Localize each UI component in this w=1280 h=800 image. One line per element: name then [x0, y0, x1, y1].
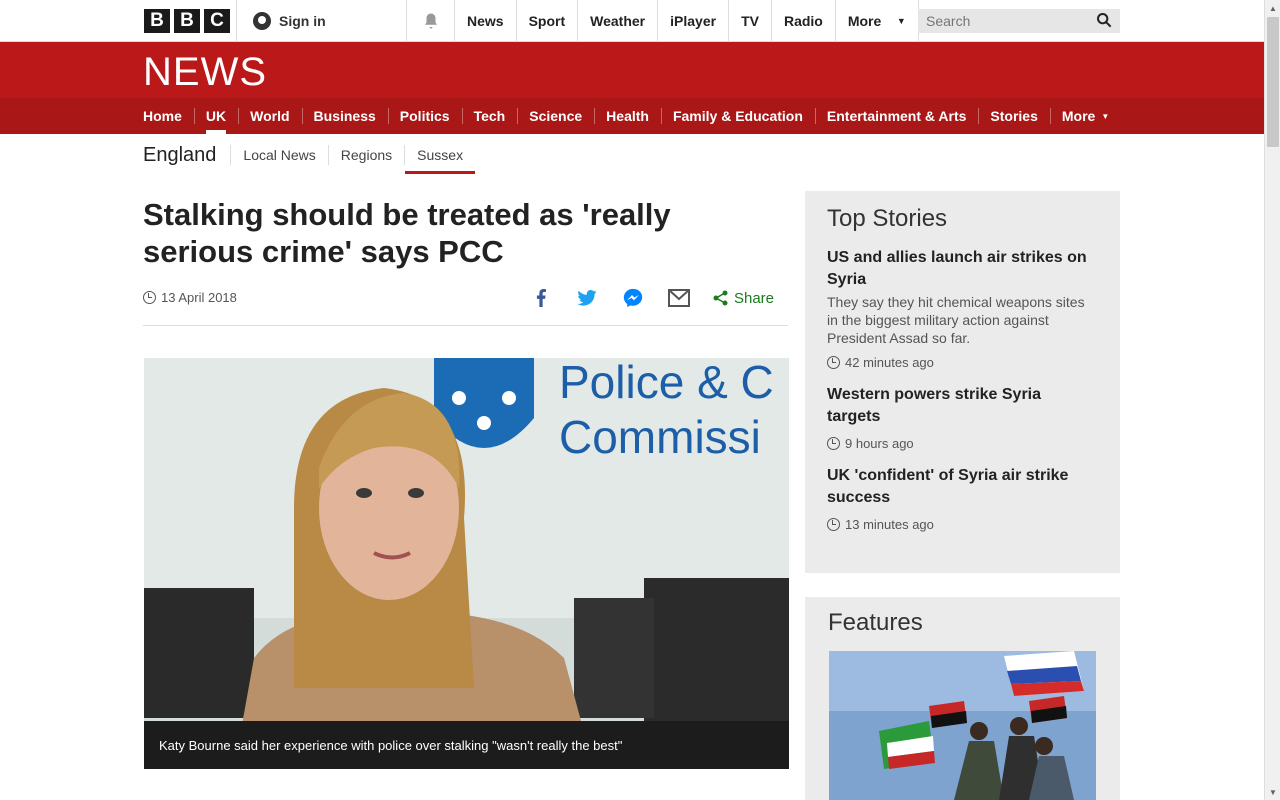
section-nav-item[interactable]: Family & Education — [660, 98, 803, 134]
top-nav: News Sport Weather iPlayer TV Radio More… — [454, 0, 919, 42]
section-nav: Home UK World Business Politics Tech Science He… — [0, 98, 1264, 134]
clock-icon — [827, 437, 840, 450]
top-stories-panel: Top Stories US and allies launch air str… — [805, 191, 1120, 573]
topnav-more-button[interactable]: More ▼ — [834, 0, 919, 42]
top-story-time-text: 42 minutes ago — [845, 355, 934, 370]
section-nav-item[interactable]: Business — [301, 98, 376, 134]
regional-subnav: England Local News Regions Sussex — [143, 140, 476, 174]
top-story-item[interactable]: US and allies launch air strikes on Syri… — [827, 247, 1098, 370]
region-title[interactable]: England — [143, 144, 230, 167]
top-story-time-text: 9 hours ago — [845, 436, 914, 451]
subnav-sussex[interactable]: Sussex — [404, 145, 476, 174]
bbc-top-bar: B B C Sign in News Sport Weather iPlayer… — [0, 0, 1264, 42]
article-hero-image: Police & C Commissi Katy Bourne said her… — [144, 358, 789, 769]
section-nav-item[interactable]: UK — [193, 98, 227, 134]
bbc-logo-letter: B — [144, 9, 170, 33]
section-nav-item[interactable]: Entertainment & Arts — [814, 98, 966, 134]
section-nav-item[interactable]: Stories — [978, 98, 1038, 134]
facebook-icon[interactable] — [529, 286, 553, 310]
top-story-summary: They say they hit chemical weapons sites… — [827, 294, 1085, 346]
section-nav-item[interactable]: World — [238, 98, 290, 134]
topnav-radio[interactable]: Radio — [770, 0, 835, 42]
section-nav-item[interactable]: Politics — [387, 98, 450, 134]
top-story-time: 13 minutes ago — [827, 517, 1098, 532]
section-nav-item[interactable]: Home — [143, 98, 182, 134]
news-masthead: NEWS — [0, 42, 1264, 98]
hero-photo: Police & C Commissi — [144, 358, 789, 769]
feature-image[interactable] — [829, 651, 1096, 800]
top-story-time-text: 13 minutes ago — [845, 517, 934, 532]
notifications-bell-icon[interactable] — [406, 0, 454, 42]
twitter-icon[interactable] — [575, 286, 599, 310]
sign-text-line1: Police & C — [559, 358, 774, 408]
top-story-time: 9 hours ago — [827, 436, 1098, 451]
article-meta: 13 April 2018 Share — [143, 284, 788, 326]
vertical-scrollbar[interactable]: ▲ ▼ — [1264, 0, 1280, 800]
top-story-item[interactable]: UK 'confident' of Syria air strike succe… — [827, 465, 1098, 532]
share-icon — [713, 290, 728, 306]
search-box — [918, 9, 1120, 33]
clock-icon — [827, 518, 840, 531]
user-icon — [253, 12, 271, 30]
clock-icon — [827, 356, 840, 369]
news-logo[interactable]: NEWS — [143, 50, 267, 95]
scrollbar-thumb[interactable] — [1267, 17, 1279, 147]
article-date: 13 April 2018 — [143, 290, 237, 305]
email-icon[interactable] — [667, 286, 691, 310]
caret-down-icon: ▼ — [1101, 111, 1110, 121]
scroll-down-arrow-icon[interactable]: ▼ — [1265, 784, 1280, 800]
bbc-logo[interactable]: B B C — [144, 9, 230, 33]
image-caption: Katy Bourne said her experience with pol… — [144, 721, 789, 769]
share-tools: Share — [529, 286, 774, 310]
topnav-sport[interactable]: Sport — [515, 0, 578, 42]
caret-down-icon: ▼ — [896, 16, 906, 26]
subnav-local-news[interactable]: Local News — [230, 145, 327, 165]
features-panel: Features — [805, 597, 1120, 800]
sign-text-line2: Commissi — [559, 411, 761, 463]
topnav-iplayer[interactable]: iPlayer — [657, 0, 728, 42]
section-nav-item[interactable]: Science — [517, 98, 582, 134]
section-nav-more-button[interactable]: More ▼ — [1049, 98, 1110, 134]
top-story-title[interactable]: US and allies launch air strikes on Syri… — [827, 247, 1098, 291]
section-nav-item[interactable]: Health — [594, 98, 649, 134]
topnav-more-label: More — [847, 13, 882, 29]
article-date-text: 13 April 2018 — [161, 290, 237, 305]
messenger-icon[interactable] — [621, 286, 645, 310]
top-story-time: 42 minutes ago — [827, 355, 1098, 370]
top-story-item[interactable]: Western powers strike Syria targets 9 hou… — [827, 384, 1098, 451]
section-nav-item[interactable]: Tech — [461, 98, 505, 134]
share-button[interactable]: Share — [713, 290, 774, 307]
search-icon[interactable] — [1096, 12, 1112, 28]
feature-photo — [829, 651, 1096, 800]
topnav-weather[interactable]: Weather — [577, 0, 657, 42]
bbc-logo-letter: C — [204, 9, 230, 33]
top-story-title[interactable]: Western powers strike Syria targets — [827, 384, 1098, 428]
search-input[interactable] — [926, 13, 1086, 29]
clock-icon — [143, 291, 156, 304]
top-story-title[interactable]: UK 'confident' of Syria air strike succe… — [827, 465, 1098, 509]
article-headline: Stalking should be treated as 'really se… — [143, 197, 671, 269]
topnav-news[interactable]: News — [454, 0, 516, 42]
sign-in-label: Sign in — [279, 13, 326, 29]
scroll-up-arrow-icon[interactable]: ▲ — [1265, 0, 1280, 16]
share-label: Share — [733, 289, 774, 307]
top-stories-title: Top Stories — [827, 205, 948, 232]
features-title: Features — [828, 609, 923, 636]
subnav-regions[interactable]: Regions — [327, 145, 404, 165]
bbc-logo-letter: B — [174, 9, 200, 33]
topnav-tv[interactable]: TV — [728, 0, 771, 42]
section-nav-more-label: More — [1061, 108, 1096, 124]
sign-in-button[interactable]: Sign in — [236, 0, 406, 42]
